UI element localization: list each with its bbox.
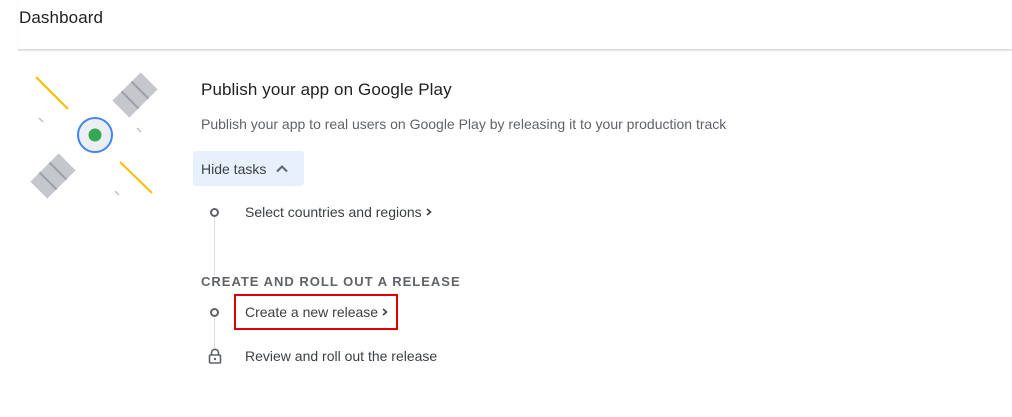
hide-tasks-button[interactable]: Hide tasks [193,151,304,186]
card-description: Publish your app to real users on Google… [201,116,727,132]
timeline-connector [214,216,215,276]
page-header: Dashboard [18,0,1012,50]
section-heading: CREATE AND ROLL OUT A RELEASE [201,274,461,289]
circle-outline-icon [210,308,219,317]
highlight-box [234,294,398,330]
lock-icon [208,348,222,364]
timeline-connector [214,318,215,348]
task-label: Select countries and regions [245,204,422,220]
page-title: Dashboard [19,8,104,27]
card-title: Publish your app on Google Play [201,80,452,99]
chevron-up-icon [276,164,289,172]
satellite-illustration [30,72,158,199]
hide-tasks-label: Hide tasks [201,160,267,177]
select-countries-link[interactable]: Select countries and regions [245,204,433,220]
review-release-text: Review and roll out the release [245,348,438,364]
chevron-right-icon [426,208,432,216]
circle-outline-icon [210,208,219,217]
